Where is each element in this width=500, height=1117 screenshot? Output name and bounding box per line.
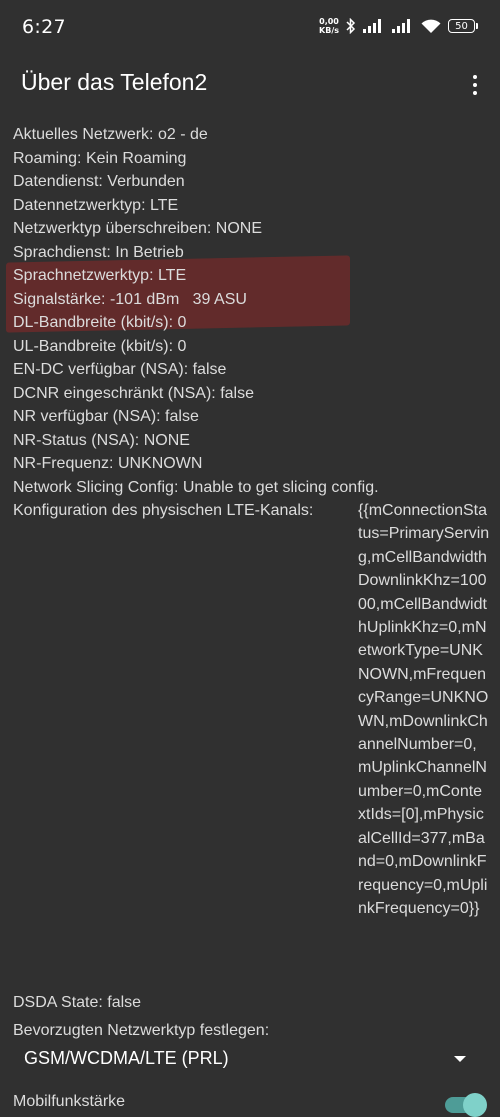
phone-info-list: Aktuelles Netzwerk: o2 - de Roaming: Kei… [13, 123, 493, 1015]
info-row-nr-frequency: NR-Frequenz: UNKNOWN [13, 455, 203, 472]
battery-icon: 50 [448, 19, 478, 33]
page-title: Über das Telefon2 [21, 69, 208, 95]
info-row-network-slicing: Network Slicing Config: Unable to get sl… [13, 478, 379, 496]
info-row-lte-channel-config: Konfiguration des physischen LTE-Kanals:… [13, 499, 493, 991]
info-row-data-network-type: Datennetzwerktyp: LTE [13, 196, 179, 214]
info-row-network-type-override: Netzwerktyp überschreiben: NONE [13, 220, 262, 237]
network-speed: 0,00 KB/s [319, 17, 339, 35]
info-row-endc-available: EN-DC verfügbar (NSA): false [13, 361, 227, 378]
status-bar: 6:27 0,00 KB/s 50 [0, 0, 500, 58]
lte-channel-key: Konfiguration des physischen LTE-Kanals: [13, 502, 314, 519]
info-row-nr-available: NR verfügbar (NSA): false [13, 408, 199, 425]
info-row-dcnr-restricted: DCNR eingeschränkt (NSA): false [13, 384, 254, 402]
status-time: 6:27 [22, 16, 66, 38]
signal-icon-sim1 [363, 19, 385, 33]
info-row-nr-status: NR-Status (NSA): NONE [13, 431, 190, 449]
app-bar: Über das Telefon2 [0, 58, 500, 116]
preferred-network-label: Bevorzugten Netzwerktyp festlegen: [13, 1022, 270, 1039]
signal-icon-sim2 [392, 19, 414, 33]
network-speed-unit: KB/s [319, 26, 339, 35]
mobile-signal-toggle[interactable] [445, 1092, 487, 1117]
mobile-signal-label: Mobilfunkstärke [13, 1093, 126, 1110]
info-row-voice-service: Sprachdienst: In Betrieb [13, 243, 184, 261]
preferred-network-dropdown[interactable]: GSM/WCDMA/LTE (PRL) [0, 1044, 500, 1076]
bluetooth-icon [346, 18, 356, 34]
lte-channel-value: {{mConnectionStatus=PrimaryServing,mCell… [358, 502, 490, 917]
info-row-data-service: Datendienst: Verbunden [13, 173, 185, 190]
info-row-dl-bandwidth: DL-Bandbreite (kbit/s): 0 [13, 314, 187, 331]
wifi-icon [421, 19, 441, 34]
info-row-roaming: Roaming: Kein Roaming [13, 149, 187, 167]
preferred-network-value: GSM/WCDMA/LTE (PRL) [24, 1048, 229, 1068]
status-icons: 0,00 KB/s 50 [319, 17, 478, 35]
info-row-ul-bandwidth: UL-Bandbreite (kbit/s): 0 [13, 337, 187, 355]
info-row-voice-network-type: Sprachnetzwerktyp: LTE [13, 267, 187, 284]
battery-level: 50 [448, 19, 475, 33]
dropdown-arrow-icon [454, 1056, 466, 1062]
network-speed-value: 0,00 [319, 17, 339, 26]
more-options-icon[interactable] [464, 70, 486, 100]
info-row-dsda-state: DSDA State: false [13, 994, 142, 1011]
info-row-signal-strength: Signalstärke: -101 dBm 39 ASU [13, 290, 247, 308]
info-row-current-network: Aktuelles Netzwerk: o2 - de [13, 126, 208, 143]
